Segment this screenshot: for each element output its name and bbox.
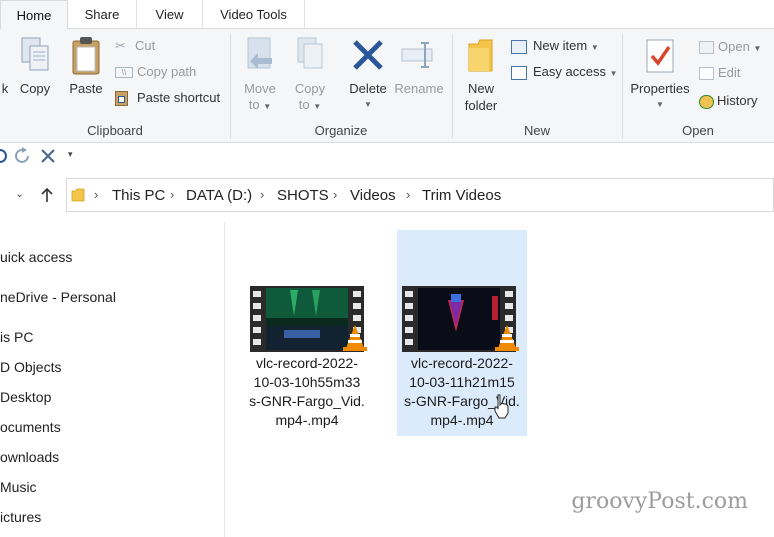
new-folder-icon bbox=[468, 39, 493, 72]
breadcrumb-chevron: › bbox=[260, 187, 265, 202]
nav-pictures[interactable]: ictures bbox=[0, 509, 41, 525]
new-item-label: New item bbox=[533, 38, 588, 53]
breadcrumb-shots[interactable]: SHOTS bbox=[277, 187, 329, 204]
copy-path-label: Copy path bbox=[137, 64, 197, 79]
pane-divider bbox=[224, 222, 225, 537]
address-bar[interactable]: › This PC › DATA (D:) › SHOTS › Videos ›… bbox=[66, 178, 774, 212]
vlc-cone-icon bbox=[343, 325, 367, 351]
new-item-icon bbox=[511, 39, 527, 54]
ribbon-tab-bar: Home Share View Video Tools bbox=[0, 0, 774, 30]
clipboard-icon bbox=[72, 37, 100, 75]
delete-dropdown-caret: ▼ bbox=[364, 100, 372, 109]
breadcrumb-data-drive[interactable]: DATA (D:) bbox=[186, 187, 252, 204]
nav-music[interactable]: Music bbox=[0, 479, 37, 495]
paste-button[interactable]: Paste bbox=[66, 36, 106, 106]
copy-path-button[interactable]: \\ Copy path bbox=[115, 61, 196, 83]
copy-to-icon bbox=[297, 37, 323, 69]
open-button[interactable]: Open ▼ bbox=[699, 36, 761, 58]
move-to-label-2: to ▼ bbox=[248, 97, 272, 112]
tab-share[interactable]: Share bbox=[68, 0, 137, 29]
tab-view[interactable]: View bbox=[137, 0, 203, 29]
redo-icon[interactable] bbox=[14, 147, 32, 165]
move-to-button[interactable]: Move to ▼ bbox=[238, 36, 282, 116]
history-icon bbox=[699, 94, 714, 109]
copy-to-button[interactable]: Copy to ▼ bbox=[288, 36, 332, 116]
nav-documents[interactable]: ocuments bbox=[0, 419, 61, 435]
folder-icon bbox=[71, 188, 85, 202]
properties-icon bbox=[646, 39, 674, 73]
nav-onedrive[interactable]: neDrive - Personal bbox=[0, 289, 116, 305]
delete-x-icon[interactable] bbox=[40, 148, 56, 164]
open-label: Open bbox=[718, 39, 750, 54]
paste-shortcut-icon bbox=[115, 91, 128, 107]
undo-icon[interactable] bbox=[0, 148, 8, 164]
properties-dropdown-caret: ▼ bbox=[656, 100, 664, 109]
tab-home[interactable]: Home bbox=[0, 0, 68, 30]
paste-shortcut-label: Paste shortcut bbox=[137, 90, 221, 105]
open-group-label: Open bbox=[682, 123, 714, 138]
history-button[interactable]: History bbox=[699, 90, 757, 112]
paste-label: Paste bbox=[69, 81, 103, 96]
easy-access-button[interactable]: Easy access ▼ bbox=[511, 61, 618, 83]
cut-label: Cut bbox=[135, 38, 156, 53]
edit-button[interactable]: Edit bbox=[699, 62, 740, 84]
copy-button[interactable]: Copy bbox=[17, 36, 53, 106]
nav-3d-objects[interactable]: D Objects bbox=[0, 359, 61, 375]
delete-x-icon bbox=[353, 40, 383, 70]
new-group-label: New bbox=[523, 123, 550, 138]
new-folder-button[interactable]: New folder bbox=[458, 36, 504, 116]
rename-icon bbox=[401, 42, 433, 68]
delete-label: Delete bbox=[349, 81, 387, 96]
copy-icon bbox=[21, 37, 49, 71]
new-folder-label-2: folder bbox=[464, 98, 498, 113]
quick-access-toolbar: ▾ bbox=[0, 143, 774, 169]
breadcrumb-videos[interactable]: Videos bbox=[350, 187, 396, 204]
copy-path-icon: \\ bbox=[115, 67, 133, 79]
rename-label: Rename bbox=[394, 81, 444, 96]
edit-label: Edit bbox=[718, 65, 741, 80]
move-to-label-1: Move bbox=[244, 81, 276, 96]
breadcrumb-this-pc[interactable]: This PC bbox=[112, 187, 165, 204]
rename-button[interactable]: Rename bbox=[394, 36, 444, 96]
clipboard-group-label: Clipboard bbox=[87, 123, 143, 138]
copy-to-label-2: to ▼ bbox=[298, 97, 322, 112]
up-arrow-icon[interactable] bbox=[39, 186, 55, 204]
watermark-text: groovyPost.com bbox=[571, 489, 748, 514]
nav-desktop[interactable]: Desktop bbox=[0, 389, 51, 405]
new-folder-label-1: New bbox=[467, 81, 494, 96]
copy-label: Copy bbox=[19, 81, 51, 96]
move-to-icon bbox=[247, 37, 272, 69]
file-name: vlc-record-2022- 10-03-10h55m33 s-GNR-Fa… bbox=[249, 355, 365, 428]
tab-video-tools[interactable]: Video Tools bbox=[203, 0, 305, 29]
pin-button-partial[interactable]: k bbox=[0, 80, 10, 97]
vlc-cone-icon bbox=[495, 325, 519, 351]
nav-this-pc[interactable]: is PC bbox=[0, 329, 33, 345]
breadcrumb-chevron: › bbox=[406, 187, 411, 202]
recent-locations-chevron[interactable]: ⌄ bbox=[15, 187, 24, 200]
breadcrumb-trim-videos[interactable]: Trim Videos bbox=[422, 187, 501, 204]
breadcrumb-chevron: › bbox=[170, 187, 175, 202]
customize-toolbar-caret[interactable]: ▾ bbox=[68, 149, 73, 160]
properties-label: Properties bbox=[630, 81, 690, 96]
easy-access-label: Easy access bbox=[533, 64, 606, 79]
file-item[interactable]: vlc-record-2022- 10-03-10h55m33 s-GNR-Fa… bbox=[242, 284, 372, 434]
paste-shortcut-button[interactable]: Paste shortcut bbox=[115, 87, 220, 109]
breadcrumb-chevron: › bbox=[94, 187, 99, 202]
easy-access-icon bbox=[511, 65, 527, 80]
new-item-button[interactable]: New item ▼ bbox=[511, 35, 599, 57]
copy-to-label-1: Copy bbox=[294, 81, 326, 96]
scissors-icon: ✂ bbox=[115, 38, 126, 53]
nav-downloads[interactable]: ownloads bbox=[0, 449, 59, 465]
open-icon bbox=[699, 41, 714, 55]
delete-button[interactable]: Delete ▼ bbox=[344, 36, 392, 116]
properties-button[interactable]: Properties ▼ bbox=[626, 36, 694, 116]
cut-button[interactable]: ✂ Cut bbox=[115, 35, 155, 57]
history-label: History bbox=[717, 93, 758, 108]
edit-icon bbox=[699, 67, 714, 81]
nav-quick-access[interactable]: uick access bbox=[0, 249, 72, 265]
breadcrumb-chevron: › bbox=[333, 187, 338, 202]
hand-cursor-icon bbox=[494, 394, 509, 419]
organize-group-label: Organize bbox=[314, 123, 368, 138]
